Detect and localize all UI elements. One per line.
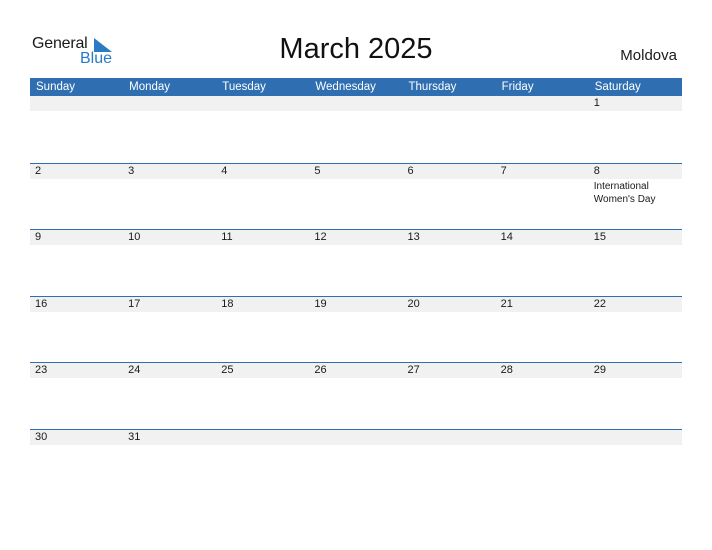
day-cell: 2 <box>30 164 123 230</box>
day-cell: 11 <box>216 230 309 296</box>
holiday-label: International Women's Day <box>593 180 656 205</box>
week-days: 30 31 <box>30 430 682 496</box>
day-cell: 13 <box>403 230 496 296</box>
day-cell: 5 <box>309 164 402 230</box>
day-number: 6 <box>407 164 414 177</box>
day-number: 5 <box>314 164 321 177</box>
day-number: 4 <box>221 164 228 177</box>
day-cell <box>496 430 589 496</box>
day-cell <box>309 96 402 163</box>
day-number: 3 <box>128 164 135 177</box>
day-number: 1 <box>593 97 600 109</box>
week-row: 16 17 18 19 20 21 22 <box>30 295 682 363</box>
day-number: 29 <box>593 364 606 377</box>
day-number: 22 <box>593 297 606 310</box>
day-number: 8 <box>593 164 600 177</box>
day-cell: 27 <box>403 363 496 429</box>
day-cell <box>30 96 123 163</box>
day-cell <box>123 96 216 163</box>
day-number: 19 <box>314 297 327 310</box>
day-number: 20 <box>407 297 420 310</box>
weekday-tuesday: Tuesday <box>222 81 266 93</box>
weekday-thursday: Thursday <box>408 81 457 93</box>
week-days: 2 3 4 5 6 7 8 International Women's Day <box>30 164 682 230</box>
day-cell: 10 <box>123 230 216 296</box>
day-cell: 6 <box>403 164 496 230</box>
day-cell: 21 <box>496 297 589 363</box>
day-cell: 8 International Women's Day <box>589 164 682 230</box>
day-cell: 29 <box>589 363 682 429</box>
day-cell: 30 <box>30 430 123 496</box>
day-number: 7 <box>500 164 507 177</box>
week-days: 9 10 11 12 13 14 15 <box>30 230 682 296</box>
day-number: 21 <box>500 297 513 310</box>
calendar-title: March 2025 <box>279 33 433 65</box>
day-cell: 28 <box>496 363 589 429</box>
day-number: 11 <box>221 231 233 244</box>
day-number: 17 <box>128 297 141 310</box>
week-row: 9 10 11 12 13 14 15 <box>30 229 682 296</box>
week-days: 23 24 25 26 27 28 29 <box>30 363 682 429</box>
day-cell: 12 <box>309 230 402 296</box>
day-cell: 31 <box>123 430 216 496</box>
day-cell: 19 <box>309 297 402 363</box>
day-number: 18 <box>221 297 234 310</box>
day-number: 26 <box>314 364 327 377</box>
day-number: 14 <box>500 231 513 244</box>
day-number: 28 <box>500 364 513 377</box>
country-label: Moldova <box>620 47 677 64</box>
day-number: 31 <box>128 430 141 443</box>
day-cell: 7 <box>496 164 589 230</box>
week-row: 1 <box>30 96 682 163</box>
week-days: 1 <box>30 96 682 163</box>
weekday-header: Sunday Monday Tuesday Wednesday Thursday… <box>30 78 682 96</box>
calendar-grid: Sunday Monday Tuesday Wednesday Thursday… <box>30 78 682 496</box>
day-number: 2 <box>35 164 42 177</box>
week-row: 30 31 <box>30 428 682 496</box>
day-cell: 17 <box>123 297 216 363</box>
weekday-friday: Friday <box>501 81 534 93</box>
day-cell: 26 <box>309 363 402 429</box>
day-cell: 24 <box>123 363 216 429</box>
day-cell <box>496 96 589 163</box>
day-cell: 14 <box>496 230 589 296</box>
weekday-sunday: Sunday <box>36 81 76 93</box>
day-number: 12 <box>314 231 327 244</box>
day-number: 13 <box>407 231 420 244</box>
weekday-monday: Monday <box>129 81 171 93</box>
week-row: 23 24 25 26 27 28 29 <box>30 362 682 429</box>
day-number: 24 <box>128 364 141 377</box>
day-cell: 4 <box>216 164 309 230</box>
day-cell: 3 <box>123 164 216 230</box>
day-cell: 22 <box>589 297 682 363</box>
day-cell: 1 <box>589 96 682 163</box>
day-cell <box>216 430 309 496</box>
day-number: 25 <box>221 364 234 377</box>
day-number: 9 <box>35 231 42 244</box>
day-number: 23 <box>35 364 48 377</box>
day-cell: 16 <box>30 297 123 363</box>
week-row: 2 3 4 5 6 7 8 International Women's Day <box>30 162 682 230</box>
day-cell: 23 <box>30 363 123 429</box>
day-cell <box>589 430 682 496</box>
day-cell: 15 <box>589 230 682 296</box>
day-cell <box>216 96 309 163</box>
day-cell: 9 <box>30 230 123 296</box>
day-number: 10 <box>128 231 141 244</box>
weekday-wednesday: Wednesday <box>315 81 376 93</box>
day-number: 30 <box>35 430 48 443</box>
day-number: 15 <box>593 231 606 244</box>
day-number: 27 <box>407 364 420 377</box>
day-cell <box>403 96 496 163</box>
week-days: 16 17 18 19 20 21 22 <box>30 297 682 363</box>
weeks-container: 1 2 3 4 5 6 7 8 International Women's Day 9 10 11 12… <box>30 96 682 496</box>
day-cell: 25 <box>216 363 309 429</box>
weekday-saturday: Saturday <box>594 81 641 93</box>
day-cell <box>309 430 402 496</box>
day-cell: 20 <box>403 297 496 363</box>
day-cell: 18 <box>216 297 309 363</box>
day-number: 16 <box>35 297 48 310</box>
day-cell <box>403 430 496 496</box>
